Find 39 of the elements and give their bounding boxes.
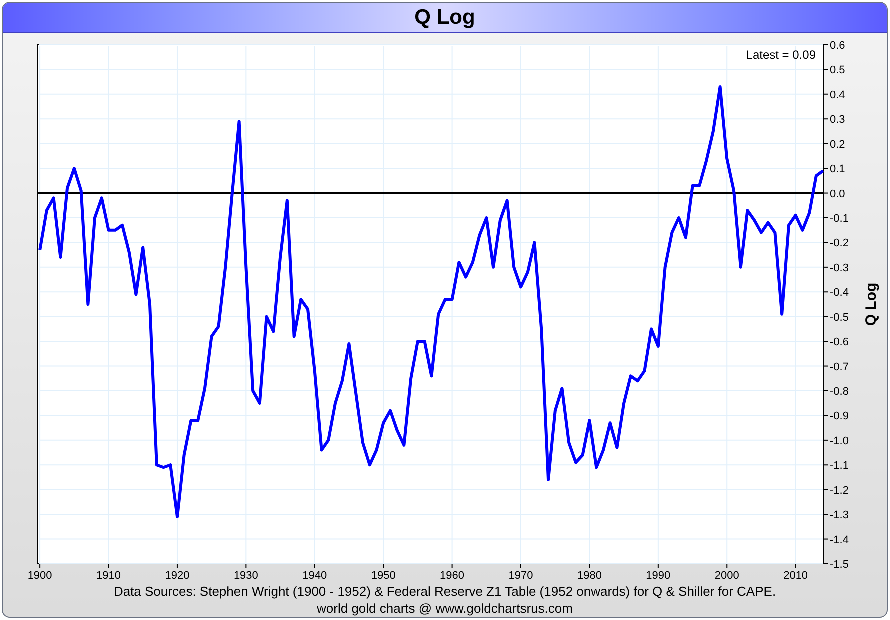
y-tick-label: -0.4 bbox=[830, 287, 849, 300]
y-tick-label: 0.3 bbox=[830, 114, 846, 126]
y-tick-label: -1.1 bbox=[830, 460, 849, 472]
x-tick-label: 1920 bbox=[165, 570, 190, 582]
x-tick-label: 1930 bbox=[234, 570, 258, 582]
credit-note: world gold charts @ www.goldchartsrus.com bbox=[317, 600, 573, 617]
x-tick-label: 1940 bbox=[302, 570, 328, 582]
y-tick-label: -0.3 bbox=[830, 262, 849, 274]
x-tick-label: 2010 bbox=[784, 570, 808, 582]
y-tick-label: 0.0 bbox=[830, 188, 846, 200]
x-tick-label: 1900 bbox=[28, 570, 52, 582]
y-tick-label: -0.5 bbox=[830, 312, 849, 324]
y-tick-label: 0.4 bbox=[830, 89, 846, 102]
y-tick-label: -1.4 bbox=[830, 534, 849, 546]
y-tick-label: -1.2 bbox=[830, 484, 849, 497]
x-tick-label: 1910 bbox=[96, 570, 121, 582]
y-tick-label: 0.1 bbox=[830, 164, 846, 176]
x-tick-label: 1980 bbox=[577, 570, 602, 582]
x-tick-label: 1970 bbox=[508, 570, 534, 582]
y-tick-label: -1.0 bbox=[830, 435, 849, 448]
y-tick-label: 0.2 bbox=[830, 138, 846, 151]
x-tick-label: 1950 bbox=[371, 570, 396, 582]
y-tick-label: -1.5 bbox=[830, 559, 849, 571]
x-tick-label: 2000 bbox=[714, 570, 740, 582]
y-tick-label: -0.8 bbox=[830, 386, 849, 398]
latest-annotation: Latest = 0.09 bbox=[746, 48, 816, 62]
y-tick-label: -0.7 bbox=[830, 361, 849, 374]
chart-title: Q Log bbox=[414, 4, 476, 31]
x-tick-label: 1960 bbox=[440, 570, 465, 582]
y-tick-label: -0.6 bbox=[830, 336, 849, 349]
y-axis-label: Q Log bbox=[863, 282, 880, 326]
y-tick-label: -0.1 bbox=[830, 213, 849, 225]
y-tick-label: 0.6 bbox=[830, 40, 846, 52]
y-tick-label: 0.5 bbox=[830, 64, 846, 77]
y-tick-label: -0.2 bbox=[830, 238, 849, 250]
data-sources-note: Data Sources: Stephen Wright (1900 - 1952) & Federal Reserve Z1 Table (1952 onwards) for Q & Shiller for CAPE. bbox=[114, 583, 776, 600]
y-tick-label: -0.9 bbox=[830, 410, 849, 423]
y-tick-label: -1.3 bbox=[830, 510, 849, 522]
x-tick-label: 1990 bbox=[646, 570, 671, 582]
